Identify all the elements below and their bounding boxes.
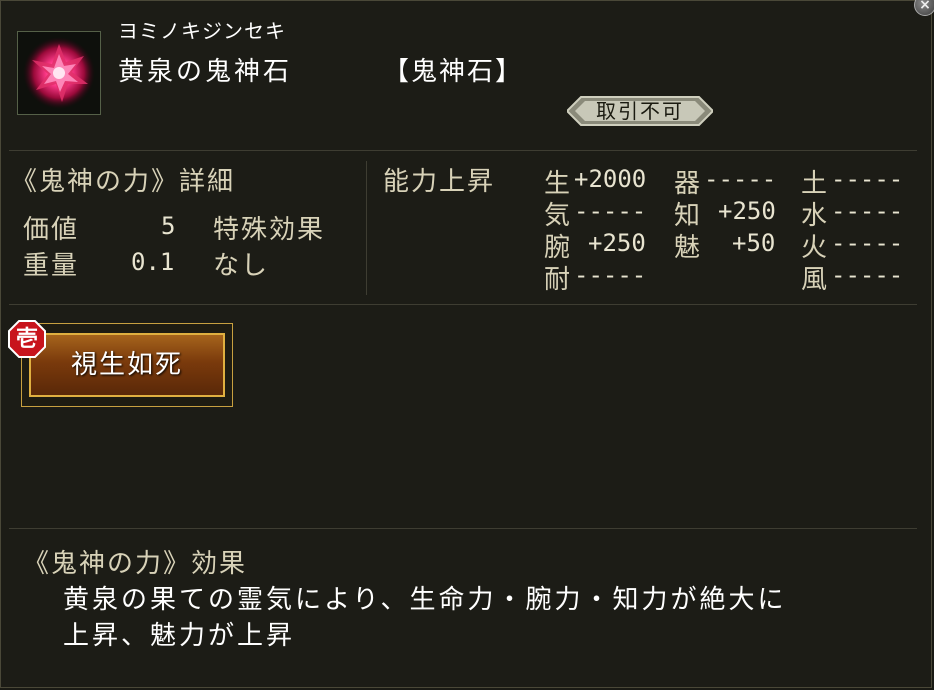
stat-value: +250 (588, 229, 646, 257)
stat-intelligence: 知 +250 (674, 195, 794, 231)
stat-value: +2000 (574, 165, 647, 193)
stat-wind: 風 ----- (801, 259, 921, 295)
special-effect-value: なし (213, 251, 270, 281)
stat-earth: 土 ----- (801, 163, 921, 199)
item-kana-reading: ヨミノキジンセキ (118, 19, 286, 43)
skill-rank-badge: 壱 (7, 319, 47, 359)
red-crystal-gem-icon (23, 37, 95, 109)
skill-label: 視生如死 (70, 350, 183, 380)
stat-key: 耐 (544, 265, 571, 295)
item-category: 【鬼神石】 (383, 57, 524, 87)
value-number: 5 (161, 212, 176, 240)
ability-title: 能力上昇 (383, 167, 496, 197)
trade-restriction-label: 取引不可 (596, 99, 684, 123)
stat-value: +250 (718, 197, 776, 225)
stat-value: ----- (574, 197, 647, 225)
stat-dexterity: 器 ----- (674, 163, 794, 199)
special-effect-label: 特殊効果 (213, 215, 326, 245)
stat-value: ----- (704, 165, 777, 193)
stat-life: 生 +2000 (544, 163, 664, 199)
value-label: 価値 (23, 215, 80, 245)
details-title: 《鬼神の力》詳細 (11, 167, 236, 197)
stat-water: 水 ----- (801, 195, 921, 231)
divider (366, 161, 367, 295)
item-name: 黄泉の鬼神石 (118, 57, 293, 87)
effect-description-line-1: 黄泉の果ての霊気により、生命力・腕力・知力が絶大に (63, 585, 787, 615)
stat-charm: 魅 +50 (674, 227, 794, 263)
stat-strength: 腕 +250 (544, 227, 664, 263)
close-icon: × (919, 0, 931, 13)
stat-key: 魅 (674, 233, 701, 263)
skill-rank-label: 壱 (15, 326, 38, 352)
stat-key: 風 (801, 265, 828, 295)
stat-value: ----- (831, 197, 904, 225)
effect-title: 《鬼神の力》効果 (23, 549, 248, 579)
stat-endurance: 耐 ----- (544, 259, 664, 295)
stat-spirit: 気 ----- (544, 195, 664, 231)
item-detail-window: ヨミノキジンセキ 黄泉の鬼神石 【鬼神石】 取引不可 《鬼神の力》詳細 価値 5… (0, 0, 932, 688)
item-icon-frame (17, 31, 101, 115)
divider (9, 150, 917, 151)
stat-fire: 火 ----- (801, 227, 921, 263)
stat-value: ----- (574, 261, 647, 289)
effect-description-line-2: 上昇、魅力が上昇 (63, 621, 296, 651)
weight-label: 重量 (23, 251, 80, 281)
trade-restriction-badge: 取引不可 (567, 95, 713, 127)
stat-value: ----- (831, 229, 904, 257)
stat-value: ----- (831, 165, 904, 193)
stat-value: ----- (831, 261, 904, 289)
divider (9, 528, 917, 529)
divider (9, 304, 917, 305)
skill-button[interactable]: 視生如死 壱 (8, 320, 233, 407)
stat-value: +50 (732, 229, 776, 257)
weight-number: 0.1 (131, 248, 175, 276)
